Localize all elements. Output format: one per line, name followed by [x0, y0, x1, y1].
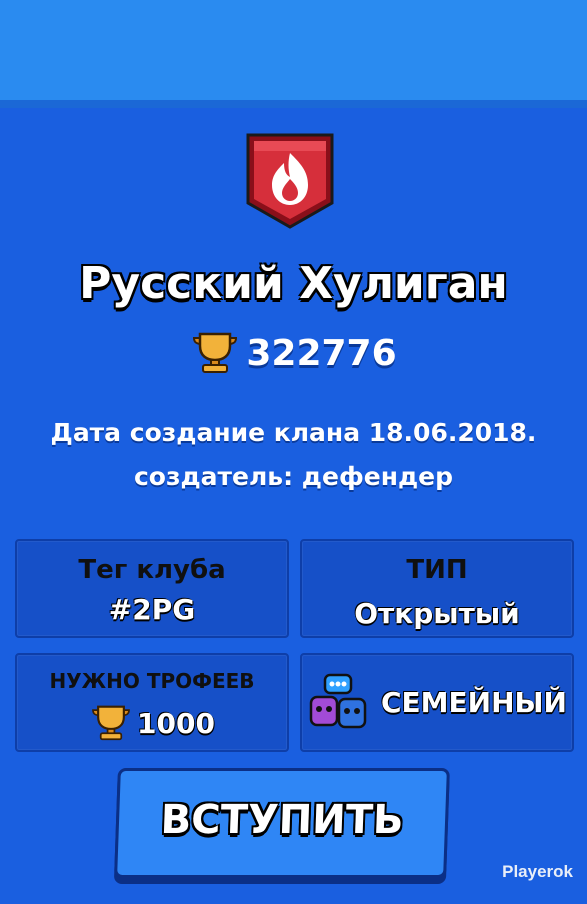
required-trophies-card: НУЖНО ТРОФЕЕВ 1000	[15, 653, 289, 752]
club-tag-value: #2PG	[108, 593, 196, 626]
required-trophies-label: НУЖНО ТРОФЕЕВ	[49, 669, 255, 693]
club-type-value: Открытый	[354, 597, 520, 630]
top-bar	[0, 0, 587, 108]
club-trophy-row: 322776	[0, 328, 587, 378]
club-activity-row: СЕМЕЙНЫЙ	[302, 655, 572, 750]
required-trophies-row: 1000	[17, 705, 287, 741]
club-type-card: ТИП Открытый	[300, 539, 574, 638]
club-description-line1: Дата создание клана 18.06.2018.	[50, 418, 537, 447]
club-description-line2: создатель: дефендер	[133, 462, 454, 491]
trophy-icon	[92, 705, 130, 741]
club-tag-label: Тег клуба	[78, 555, 226, 585]
club-name: Русский Хулиган	[79, 258, 508, 309]
club-activity-value: СЕМЕЙНЫЙ	[381, 686, 567, 719]
family-chat-icon	[309, 673, 367, 728]
join-button-label: ВСТУПИТЬ	[159, 797, 405, 843]
club-activity-card: СЕМЕЙНЫЙ	[300, 653, 574, 752]
club-type-label: ТИП	[406, 555, 468, 585]
join-button[interactable]: ВСТУПИТЬ	[114, 768, 450, 878]
club-badge-icon	[246, 133, 334, 229]
watermark-text: Playerok	[502, 862, 573, 881]
club-tag-card: Тег клуба #2PG	[15, 539, 289, 638]
required-trophies-value: 1000	[137, 706, 215, 740]
trophy-icon	[193, 332, 238, 373]
club-trophies: 322776	[246, 332, 397, 374]
